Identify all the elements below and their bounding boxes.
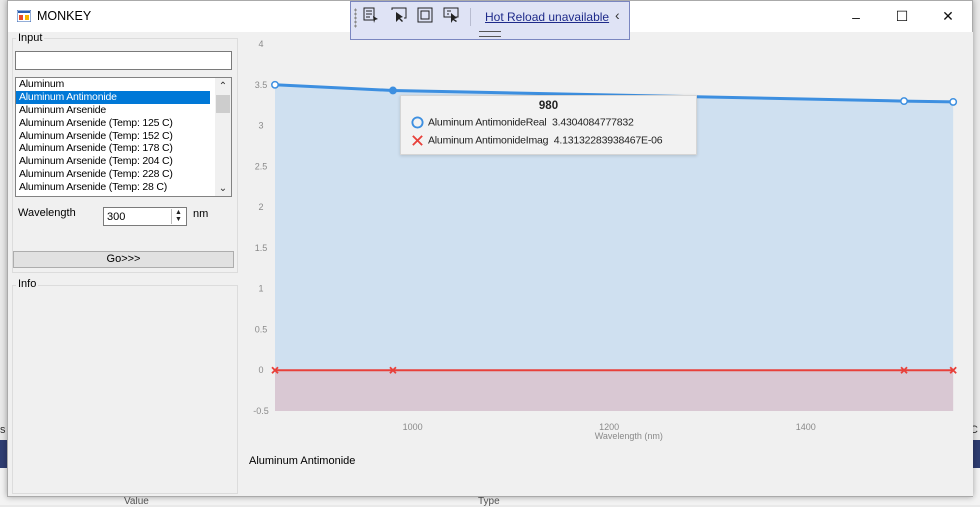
wavelength-value[interactable]: 300: [107, 211, 125, 223]
y-tick-label: 2: [258, 202, 263, 212]
go-button[interactable]: Go>>>: [13, 251, 234, 268]
app-icon: [17, 10, 31, 22]
collapse-chevron-icon[interactable]: ‹: [615, 7, 620, 23]
toolbar-separator: [470, 8, 471, 26]
list-item[interactable]: Aluminum Arsenide (Temp: 178 C): [16, 142, 210, 155]
input-group-label: Input: [16, 32, 44, 44]
hot-reload-toolbar: Hot Reload unavailable ‹: [350, 1, 630, 40]
track-focus-icon[interactable]: [443, 7, 459, 23]
close-button[interactable]: ✕: [925, 1, 971, 32]
cross-marker-icon: [411, 134, 424, 147]
toolbar-grip[interactable]: [354, 8, 357, 28]
real-data-point: [950, 99, 956, 105]
list-item[interactable]: Aluminum Antimonide: [16, 91, 210, 104]
hot-reload-link[interactable]: Hot Reload unavailable: [485, 10, 609, 24]
list-item[interactable]: Aluminum Arsenide (Temp: 204 C): [16, 155, 210, 168]
list-item[interactable]: Aluminum Arsenide: [16, 104, 210, 117]
frame-icon[interactable]: [417, 7, 433, 23]
window-title: MONKEY: [37, 9, 91, 23]
chart-tooltip: 980 Aluminum AntimonideReal 3.4304084777…: [400, 95, 697, 155]
info-group-box: [12, 285, 238, 494]
scroll-down-icon[interactable]: ⌄: [215, 180, 231, 196]
list-item[interactable]: Aluminum Arsenide (Temp: 228 C): [16, 168, 210, 181]
circle-marker-icon: [411, 116, 424, 129]
scroll-thumb[interactable]: [216, 95, 230, 113]
tooltip-row-real: Aluminum AntimonideReal 3.4304084777832: [411, 116, 634, 129]
toolbar-drag-handle[interactable]: [479, 31, 501, 37]
list-item[interactable]: Aluminum: [16, 78, 210, 91]
chart-area[interactable]: -0.500.511.522.533.54100012001400Wavelen…: [239, 32, 973, 496]
y-tick-label: 4: [258, 39, 263, 49]
app-window: MONKEY – ☐ ✕ Input AluminumAluminum Anti…: [7, 0, 973, 497]
tooltip-title: 980: [401, 100, 696, 112]
real-data-point: [272, 82, 278, 88]
wavelength-unit: nm: [193, 208, 208, 220]
y-tick-label: -0.5: [253, 406, 269, 416]
background-edge-text-left: s: [0, 424, 6, 436]
wavelength-label: Wavelength: [18, 207, 76, 219]
y-tick-label: 2.5: [255, 161, 268, 171]
y-tick-label: 1: [258, 284, 263, 294]
list-item[interactable]: Aluminum Arsenide (Temp: 125 C): [16, 117, 210, 130]
tooltip-value-imag: 4.13132283938467E-06: [554, 134, 663, 146]
x-tick-label: 1400: [796, 422, 816, 432]
material-listbox[interactable]: AluminumAluminum AntimonideAluminum Arse…: [15, 77, 232, 197]
x-axis-label: Wavelength (nm): [595, 431, 663, 441]
imag-series-fill: [275, 370, 953, 411]
background-column-type: Type: [478, 496, 500, 507]
maximize-button[interactable]: ☐: [879, 1, 925, 32]
real-data-point: [901, 98, 907, 104]
wavelength-stepper[interactable]: 300 ▲ ▼: [103, 207, 187, 226]
y-tick-label: 1.5: [255, 243, 268, 253]
chart-caption: Aluminum Antimonide: [249, 455, 355, 467]
list-item[interactable]: Aluminum Arsenide (Temp: 28 C): [16, 181, 210, 194]
stepper-down-icon[interactable]: ▼: [172, 216, 185, 223]
y-tick-label: 3: [258, 121, 263, 131]
tooltip-value-real: 3.4304084777832: [552, 116, 634, 128]
cursor-icon[interactable]: [391, 7, 407, 23]
real-data-point: [390, 87, 396, 93]
stepper-up-icon[interactable]: ▲: [172, 209, 185, 216]
y-tick-label: 0.5: [255, 324, 268, 334]
stepper-spin[interactable]: ▲ ▼: [171, 209, 185, 224]
search-input[interactable]: [15, 51, 232, 70]
listbox-scrollbar[interactable]: ⌃ ⌄: [215, 78, 231, 196]
minimize-button[interactable]: –: [833, 1, 879, 32]
tooltip-series-imag: Aluminum AntimonideImag: [428, 134, 548, 146]
y-tick-label: 3.5: [255, 80, 268, 90]
select-element-icon[interactable]: [363, 7, 379, 23]
scroll-up-icon[interactable]: ⌃: [215, 78, 231, 94]
y-tick-label: 0: [258, 365, 263, 375]
tooltip-series-real: Aluminum AntimonideReal: [428, 116, 547, 128]
info-group-label: Info: [16, 278, 38, 290]
list-item[interactable]: Aluminum Arsenide (Temp: 152 C): [16, 130, 210, 143]
x-tick-label: 1000: [403, 422, 423, 432]
background-column-value: Value: [124, 496, 149, 507]
tooltip-row-imag: Aluminum AntimonideImag 4.13132283938467…: [411, 134, 662, 147]
